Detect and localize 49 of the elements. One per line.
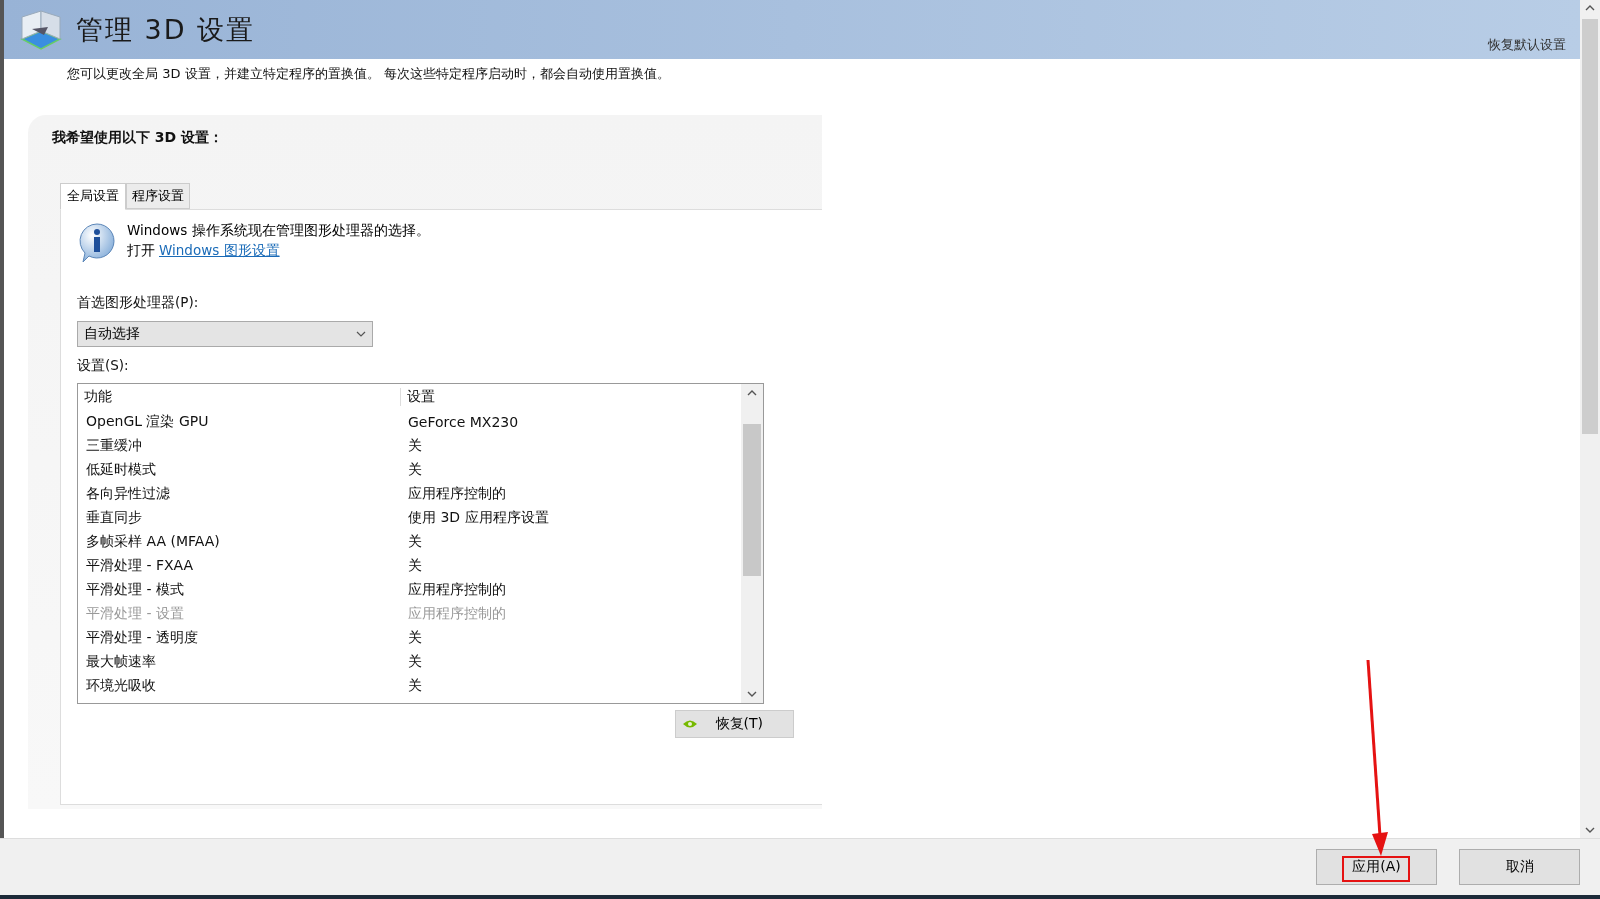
table-cell[interactable]: 最大帧速率: [78, 653, 400, 671]
column-header[interactable]: 功能: [78, 388, 400, 406]
restore-button[interactable]: 恢复(T): [674, 710, 794, 738]
tab[interactable]: 程序设置: [126, 183, 190, 209]
open-label: 打开: [127, 242, 155, 260]
table-cell[interactable]: 应用程序控制的: [400, 581, 506, 599]
restore-defaults-link[interactable]: 恢复默认设置: [1488, 36, 1566, 54]
table-cell[interactable]: GeForce MX230: [400, 414, 519, 430]
table-cell[interactable]: 关: [400, 677, 422, 695]
table-cell[interactable]: 低延时模式: [78, 461, 400, 479]
info-message: Windows 操作系统现在管理图形处理器的选择。: [127, 222, 430, 240]
page-title: 管理 3D 设置: [76, 12, 256, 47]
table-cell[interactable]: 垂直同步: [78, 509, 400, 527]
table-cell[interactable]: 应用程序控制的: [400, 485, 506, 503]
scrollbar[interactable]: [741, 384, 763, 703]
dialog-button[interactable]: 应用(A): [1316, 849, 1437, 885]
table-cell[interactable]: 多帧采样 AA (MFAA): [78, 533, 400, 551]
chevron-down-icon: [747, 691, 757, 697]
field-label: 首选图形处理器(P):: [77, 294, 200, 312]
chevron-down-icon: [1585, 827, 1595, 833]
chevron-up-icon: [1585, 5, 1595, 11]
table-cell[interactable]: 关: [400, 461, 422, 479]
scrollbar[interactable]: [1580, 0, 1600, 838]
graphics-settings-link[interactable]: Windows 图形设置: [159, 242, 280, 260]
table-cell[interactable]: 平滑处理 - FXAA: [78, 557, 400, 575]
table-cell[interactable]: 三重缓冲: [78, 437, 400, 455]
section-heading: 我希望使用以下 3D 设置：: [52, 129, 225, 147]
table-cell[interactable]: 关: [400, 557, 422, 575]
info-icon: [77, 222, 117, 264]
column-header[interactable]: 设置: [400, 388, 435, 406]
gpu-dropdown[interactable]: 自动选择: [77, 321, 373, 347]
table-cell[interactable]: 各向异性过滤: [78, 485, 400, 503]
chevron-down-icon: [356, 331, 366, 337]
eye-logo-icon: [681, 719, 698, 729]
table-cell[interactable]: 关: [400, 533, 422, 551]
table-cell[interactable]: 平滑处理 - 透明度: [78, 629, 400, 647]
field-label: 设置(S):: [77, 357, 130, 375]
chevron-up-icon: [747, 390, 757, 396]
table-cell[interactable]: 平滑处理 - 模式: [78, 581, 400, 599]
3d-cube-icon: [18, 8, 64, 51]
table-cell[interactable]: 关: [400, 629, 422, 647]
table-cell[interactable]: 关: [400, 437, 422, 455]
table-cell[interactable]: 使用 3D 应用程序设置: [400, 509, 549, 527]
table-cell[interactable]: OpenGL 渲染 GPU: [78, 413, 400, 431]
table-cell[interactable]: 关: [400, 653, 422, 671]
description-text: 您可以更改全局 3D 设置，并建立特定程序的置换值。 每次这些特定程序启动时，都会自动使用置换值。: [67, 65, 671, 83]
table-cell[interactable]: 环境光吸收: [78, 677, 400, 695]
tab[interactable]: 全局设置: [60, 183, 126, 210]
dialog-button[interactable]: 取消: [1459, 849, 1580, 885]
